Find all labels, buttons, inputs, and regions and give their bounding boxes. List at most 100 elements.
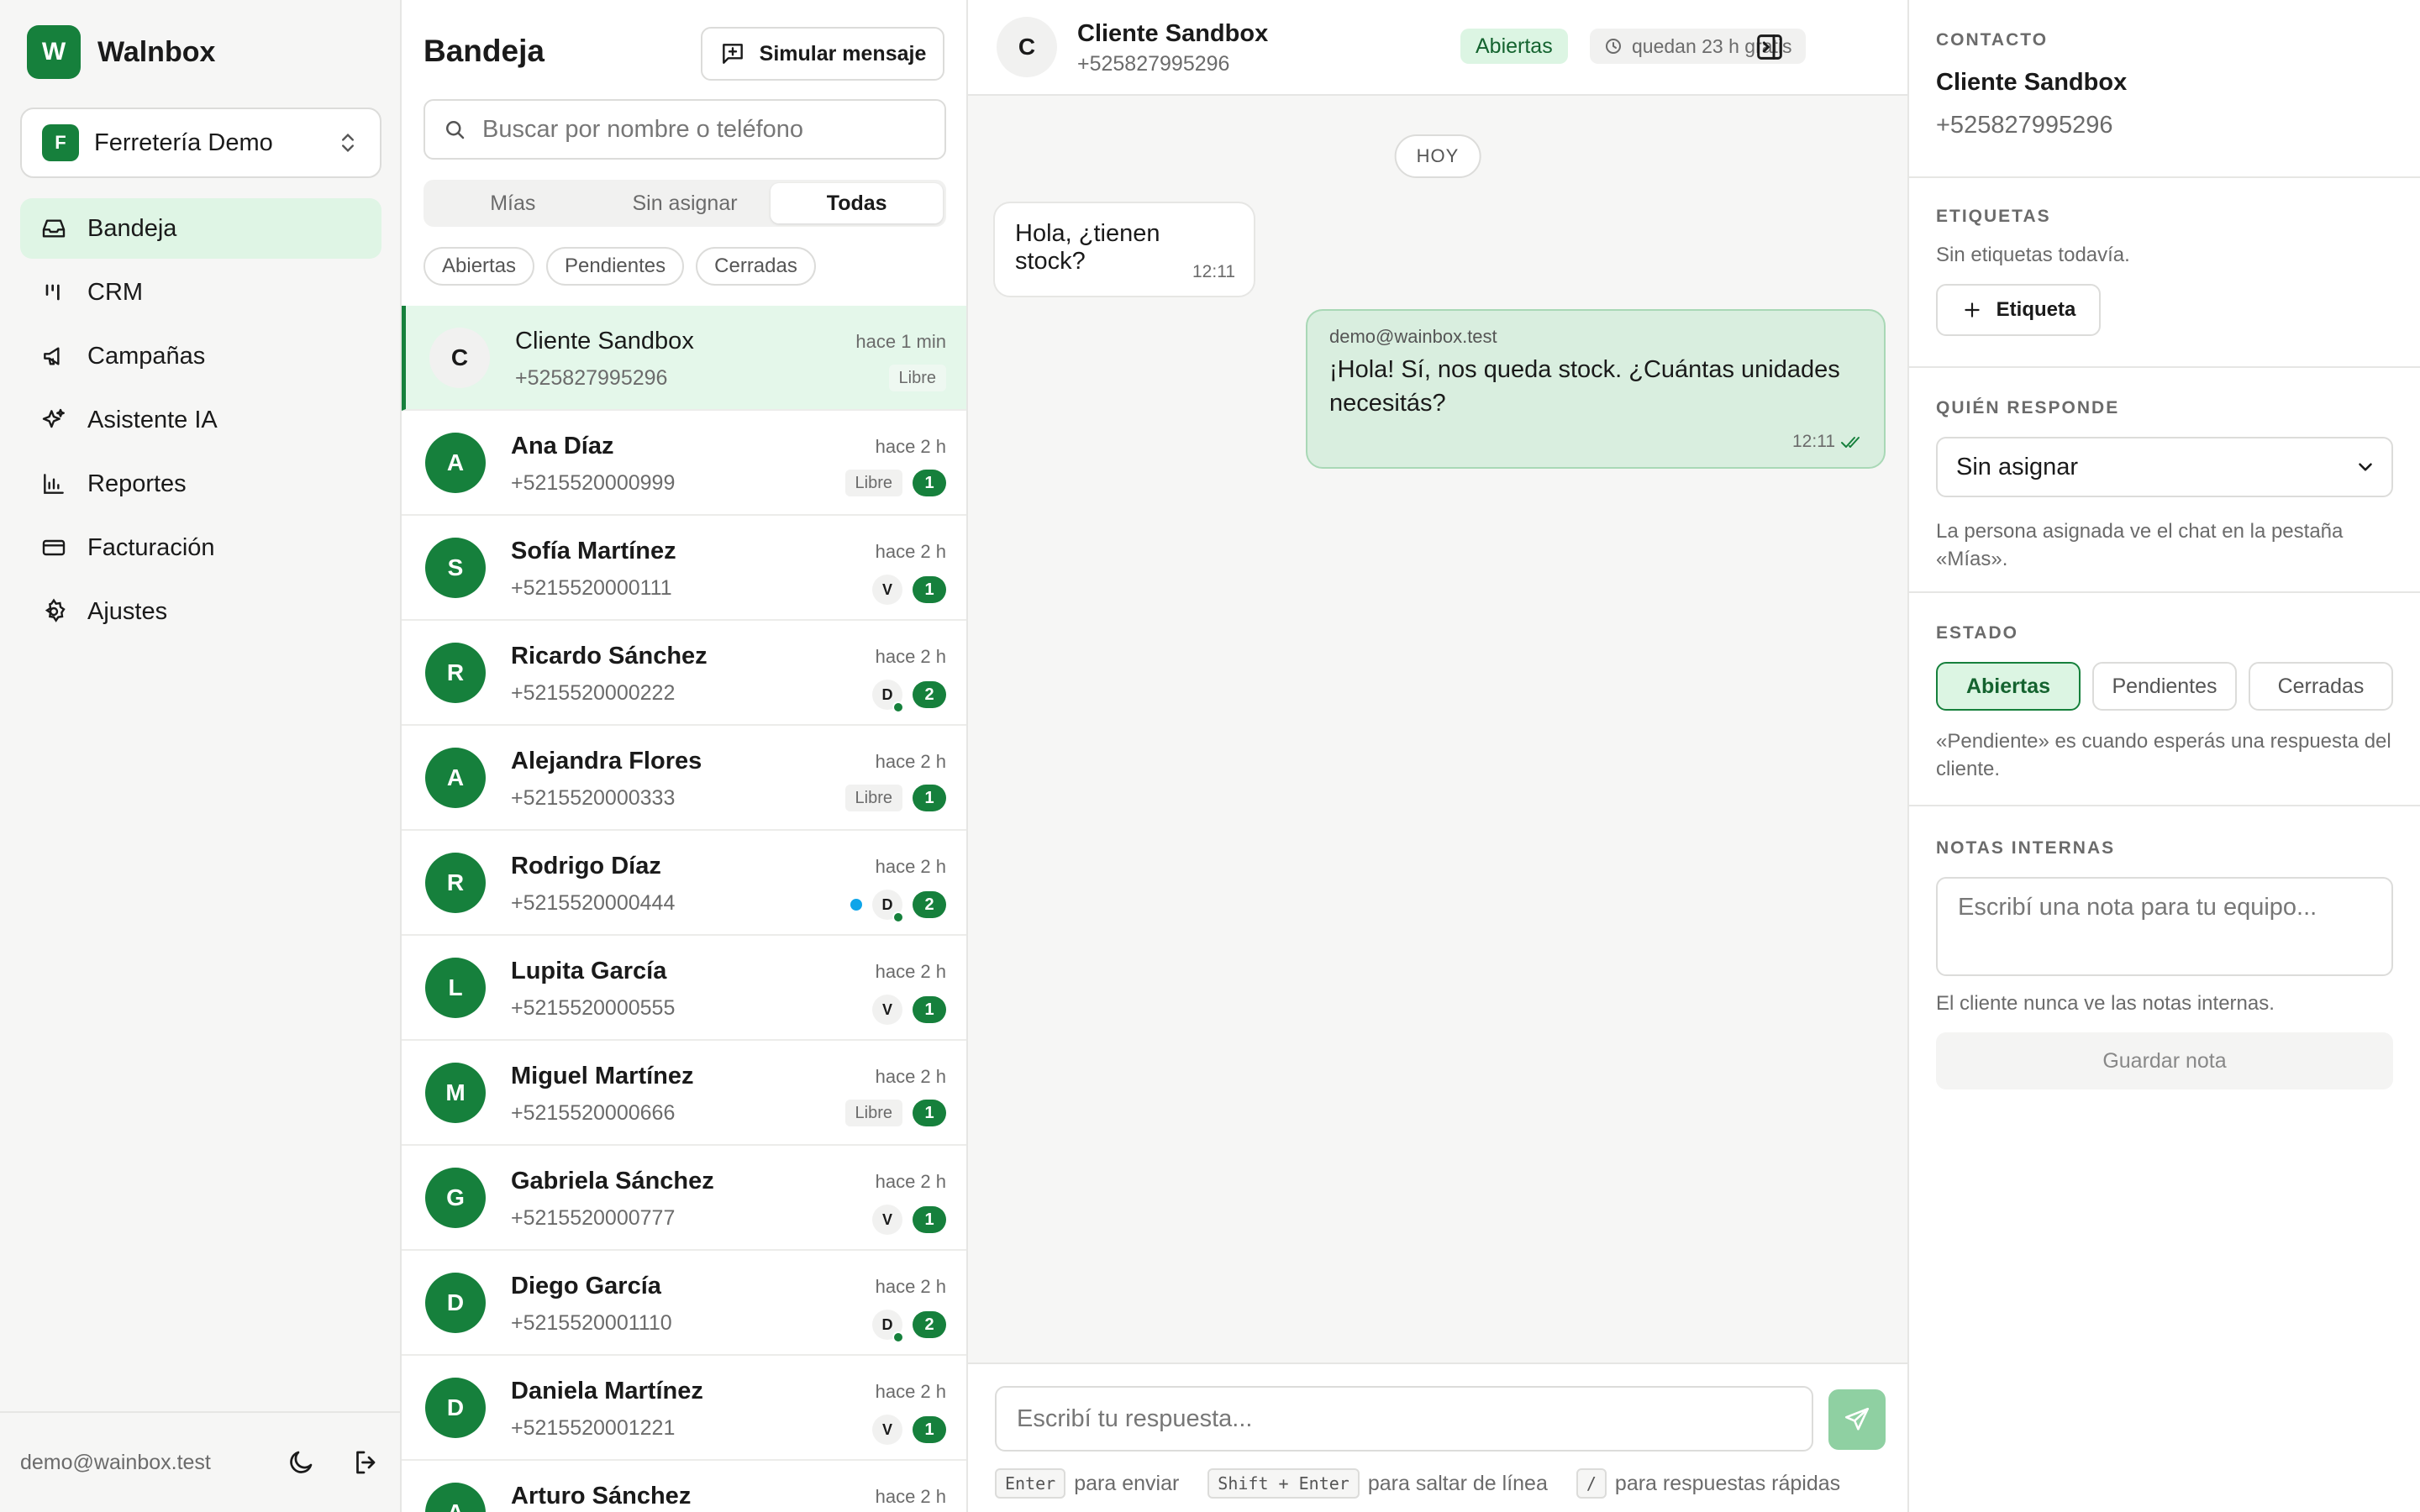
conversation-row[interactable]: A Ana Díaz +5215520000999 hace 2 h Libre 1 bbox=[402, 411, 966, 516]
save-note-button[interactable]: Guardar nota bbox=[1936, 1032, 2393, 1089]
conversation-row[interactable]: R Rodrigo Díaz +5215520000444 hace 2 hD2 bbox=[402, 831, 966, 936]
moon-icon[interactable] bbox=[286, 1447, 316, 1478]
conversation-row[interactable]: C Cliente Sandbox +525827995296 hace 1 min L… bbox=[402, 306, 966, 411]
nav-item-ajustes[interactable]: Ajustes bbox=[20, 581, 381, 642]
panel-toggle-icon[interactable] bbox=[1753, 30, 1786, 64]
chat-header: C Cliente Sandbox +525827995296 Abiertas… bbox=[968, 0, 1907, 96]
nav-label: Ajustes bbox=[87, 597, 168, 625]
assignment-tabs: Mías Sin asignar Todas bbox=[424, 180, 946, 227]
conversation-meta: D2 bbox=[850, 890, 946, 923]
agent-avatar: V bbox=[872, 1205, 902, 1235]
tags-section: ETIQUETAS Sin etiquetas todavía. Etiquet… bbox=[1909, 178, 2420, 368]
nav-label: Campañas bbox=[87, 342, 206, 370]
conversation-name: Lupita García bbox=[511, 958, 667, 984]
tab-sin-asignar[interactable]: Sin asignar bbox=[599, 183, 771, 223]
notes-section: NOTAS INTERNAS El cliente nunca ve las n… bbox=[1909, 806, 2420, 1089]
nav-label: Facturación bbox=[87, 533, 215, 561]
conversation-row[interactable]: L Lupita García +5215520000555 hace 2 hV1 bbox=[402, 936, 966, 1041]
conversation-phone: +5215520000111 bbox=[511, 576, 672, 600]
inbox-title: Bandeja bbox=[424, 34, 544, 68]
credit-card-icon bbox=[42, 539, 66, 556]
agent-initial: V bbox=[881, 1000, 892, 1018]
filter-abiertas[interactable]: Abiertas bbox=[424, 247, 535, 286]
conversation-row[interactable]: D Daniela Martínez +5215520001221 hace 2 h V… bbox=[402, 1356, 966, 1461]
filter-pendientes[interactable]: Pendientes bbox=[546, 247, 685, 286]
inbox-icon bbox=[42, 219, 66, 238]
agent-avatar: V bbox=[872, 995, 902, 1025]
nav-item-bandeja[interactable]: Bandeja bbox=[20, 198, 381, 259]
agent-initial: D bbox=[881, 1315, 893, 1333]
chevron-down-icon bbox=[2359, 463, 2372, 471]
conversation-time: hace 2 h bbox=[875, 646, 946, 667]
avatar: S bbox=[425, 537, 486, 598]
avatar: D bbox=[425, 1272, 486, 1333]
nav-item-reportes[interactable]: Reportes bbox=[20, 454, 381, 514]
tab-todas[interactable]: Todas bbox=[771, 183, 944, 223]
conversation-time: hace 2 h bbox=[875, 1066, 946, 1087]
unread-count-badge: 1 bbox=[913, 1416, 946, 1443]
assignee-select[interactable]: Sin asignar bbox=[1936, 437, 2393, 497]
conversation-meta: Libre 1 bbox=[844, 785, 946, 811]
unread-count-badge: 1 bbox=[913, 470, 946, 496]
assignee-section: QUIÉN RESPONDE Sin asignar La persona as… bbox=[1909, 368, 2420, 593]
brand[interactable]: W Walnbox bbox=[27, 25, 215, 79]
hint-key: Enter bbox=[995, 1468, 1066, 1499]
avatar: R bbox=[425, 642, 486, 703]
message-plus-icon bbox=[722, 44, 743, 64]
conversation-phone: +5215520000333 bbox=[511, 786, 676, 810]
agent-avatar: V bbox=[872, 575, 902, 605]
state-pendientes-button[interactable]: Pendientes bbox=[2092, 662, 2237, 711]
filter-cerradas[interactable]: Cerradas bbox=[696, 247, 816, 286]
unread-count-badge: 1 bbox=[913, 996, 946, 1023]
avatar: R bbox=[425, 852, 486, 913]
conversation-row[interactable]: M Miguel Martínez +5215520000666 hace 2 h Li… bbox=[402, 1041, 966, 1146]
plus-icon bbox=[1964, 302, 1980, 318]
conversation-row[interactable]: G Gabriela Sánchez +5215520000777 hace 2 h V… bbox=[402, 1146, 966, 1251]
online-dot bbox=[892, 1331, 904, 1343]
assignee-value: Sin asignar bbox=[1956, 453, 2079, 480]
conversation-time: hace 2 h bbox=[875, 1381, 946, 1402]
state-abiertas-button[interactable]: Abiertas bbox=[1936, 662, 2081, 711]
conversation-row[interactable]: D Diego García +5215520001110 hace 2 hD2 bbox=[402, 1251, 966, 1356]
sidebar: W Walnbox F Ferretería Demo Bandeja CRM … bbox=[0, 0, 402, 1512]
nav-item-campanas[interactable]: Campañas bbox=[20, 326, 381, 386]
simulate-message-button[interactable]: Simular mensaje bbox=[701, 27, 944, 81]
status-badge[interactable]: Abiertas bbox=[1460, 29, 1568, 64]
chevron-up-down-icon bbox=[342, 134, 354, 152]
conversation-phone: +5215520000222 bbox=[511, 681, 676, 705]
conversation-row[interactable]: S Sofía Martínez +5215520000111 hace 2 hV1 bbox=[402, 516, 966, 621]
tab-mias[interactable]: Mías bbox=[427, 183, 599, 223]
incoming-message: Hola, ¿tienen stock? 12:11 bbox=[993, 202, 1255, 297]
avatar: L bbox=[425, 957, 486, 1018]
nav-item-facturacion[interactable]: Facturación bbox=[20, 517, 381, 578]
conversation-row[interactable]: R Ricardo Sánchez +5215520000222 hace 2 hD2 bbox=[402, 621, 966, 726]
conversation-row[interactable]: A Alejandra Flores +5215520000333 hace 2 h L… bbox=[402, 726, 966, 831]
avatar: D bbox=[425, 1377, 486, 1438]
send-icon bbox=[1844, 1407, 1870, 1431]
conversation-phone: +5215520001110 bbox=[511, 1311, 672, 1335]
conversation-phone: +5215520000666 bbox=[511, 1101, 676, 1125]
reply-input[interactable] bbox=[995, 1386, 1813, 1452]
conversation-phone: +5215520000444 bbox=[511, 891, 676, 915]
conversation-row[interactable]: A Arturo Sánchez hace 2 h bbox=[402, 1461, 966, 1512]
conversation-name: Daniela Martínez bbox=[511, 1378, 703, 1404]
logout-icon[interactable] bbox=[351, 1447, 381, 1478]
hint-text: para respuestas rápidas bbox=[1614, 1471, 1841, 1495]
nav-label: CRM bbox=[87, 278, 144, 306]
workspace-switcher[interactable]: F Ferretería Demo bbox=[20, 108, 381, 178]
send-button[interactable] bbox=[1828, 1389, 1886, 1450]
online-dot bbox=[892, 701, 904, 713]
add-tag-button[interactable]: Etiqueta bbox=[1936, 284, 2101, 336]
composer: Enter para enviar Shift + Enter para sal… bbox=[968, 1362, 1907, 1512]
conversation-meta: Libre 1 bbox=[844, 470, 946, 496]
nav-item-crm[interactable]: CRM bbox=[20, 262, 381, 323]
search-input[interactable] bbox=[482, 115, 928, 144]
state-cerradas-button[interactable]: Cerradas bbox=[2249, 662, 2393, 711]
conversation-name: Diego García bbox=[511, 1273, 661, 1299]
conversation-name: Sofía Martínez bbox=[511, 538, 676, 564]
section-title: CONTACTO bbox=[1936, 30, 2049, 50]
nav-item-asistente-ia[interactable]: Asistente IA bbox=[20, 390, 381, 450]
internal-note-input[interactable] bbox=[1936, 877, 2393, 976]
conversation-name: Alejandra Flores bbox=[511, 748, 702, 774]
state-help: «Pendiente» es cuando esperás una respue… bbox=[1936, 730, 2391, 780]
